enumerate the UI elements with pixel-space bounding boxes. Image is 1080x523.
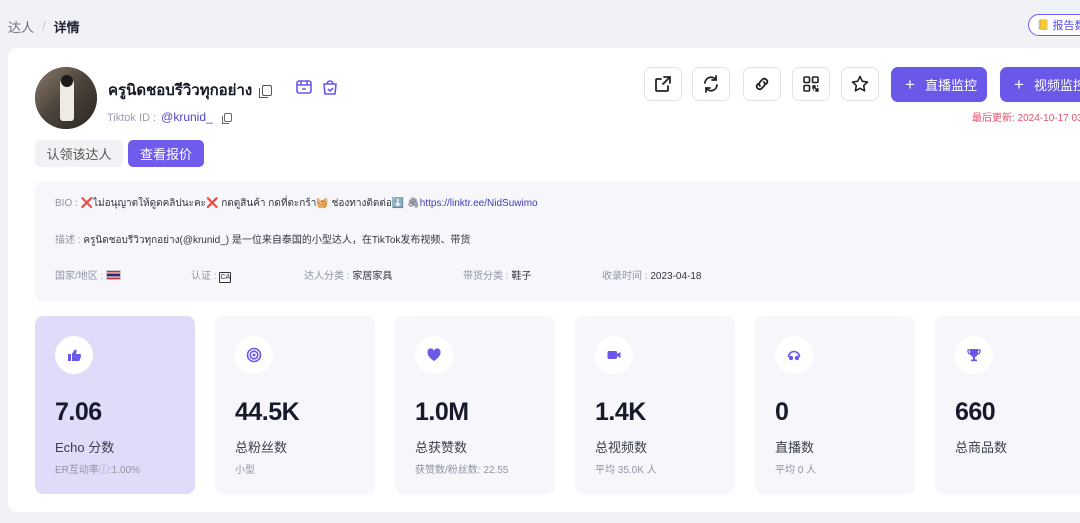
copy-handle-icon[interactable] <box>221 113 232 124</box>
creator-name: ครูนิดชอบรีวิวทุกอย่าง <box>108 82 253 99</box>
creator-category-label: 达人分类 : <box>304 271 353 282</box>
video-monitor-button[interactable]: + 视频监控 <box>1000 67 1080 102</box>
region-field: 国家/地区 : <box>55 267 122 282</box>
certification-field: 认证 : CA <box>191 267 232 283</box>
star-icon <box>851 75 869 92</box>
stat-value: 44.5K <box>235 398 300 426</box>
bio-link[interactable]: https://linktr.ee/NidSuwimo <box>420 198 538 209</box>
refresh-button[interactable] <box>692 67 730 101</box>
stat-value: 1.0M <box>415 398 469 426</box>
video-monitor-label: 视频监控 <box>1033 78 1080 93</box>
creator-name-row: ครูนิดชอบรีวิวทุกอย่าง <box>108 78 273 102</box>
indexed-date-value: 2023-04-18 <box>650 271 702 282</box>
stat-card-likes[interactable]: 1.0M 总获赞数 获赞数/粉丝数: 22.55 <box>395 316 555 494</box>
tiktok-handle-link[interactable]: @krunid_ <box>161 110 213 124</box>
live-icon <box>775 336 813 374</box>
target-icon <box>235 336 273 374</box>
breadcrumb-separator: / <box>42 19 46 34</box>
link-button[interactable] <box>743 67 781 101</box>
last-updated: 最后更新: 2024-10-17 03: <box>972 113 1080 124</box>
stat-subtext: 小型 <box>235 465 255 476</box>
breadcrumb: 达人 / 详情 <box>8 17 80 36</box>
stat-label: 总粉丝数 <box>235 440 288 455</box>
qr-code-icon <box>803 76 819 92</box>
region-label: 国家/地区 : <box>55 271 107 282</box>
stat-subtext: 平均 0 人 <box>775 465 817 476</box>
top-bar: 达人 / 详情 📒 报告数 <box>0 0 1080 48</box>
shopping-bag-icon[interactable] <box>321 78 339 96</box>
video-icon <box>595 336 633 374</box>
claim-creator-button[interactable]: 认领该达人 <box>35 140 123 167</box>
link-icon <box>755 77 769 91</box>
info-panel: BIO : ❌ไม่อนุญาตให้ดูดคลิปนะคะ❌ กดดูสินค… <box>35 181 1080 301</box>
qr-code-button[interactable] <box>792 67 830 101</box>
trophy-icon <box>955 336 993 374</box>
certification-icon: CA <box>219 272 232 283</box>
report-icon: 📒 <box>1037 19 1050 31</box>
live-monitor-button[interactable]: + 直播监控 <box>891 67 987 102</box>
bio-text: ❌ไม่อนุญาตให้ดูดคลิปนะคะ❌ กดดูสินค้า กดท… <box>80 198 420 209</box>
plus-icon: + <box>905 74 915 94</box>
stat-value: 1.4K <box>595 398 646 426</box>
certification-label: 认证 : <box>191 271 220 282</box>
stat-label: Echo 分数 <box>55 440 115 455</box>
stat-subtext: ER互动率ⓘ:1.00% <box>55 465 141 476</box>
description-row: 描述 : ครูนิดชอบรีวิวทุกอย่าง(@krunid_) 是一… <box>55 231 470 248</box>
bio-row: BIO : ❌ไม่อนุญาตให้ดูดคลิปนะคะ❌ กดดูสินค… <box>55 196 538 211</box>
stat-value: 660 <box>955 398 996 426</box>
goods-category-label: 带货分类 : <box>463 271 512 282</box>
avatar <box>35 67 97 129</box>
share-button[interactable] <box>644 67 682 101</box>
stat-value: 7.06 <box>55 398 102 426</box>
stat-label: 总获赞数 <box>415 440 468 455</box>
stat-card-echo-score[interactable]: 7.06 Echo 分数 ER互动率ⓘ:1.00% <box>35 316 195 494</box>
heart-icon <box>415 336 453 374</box>
stat-label: 总视频数 <box>595 440 648 455</box>
report-button[interactable]: 📒 报告数 <box>1028 14 1080 36</box>
share-icon <box>655 76 671 92</box>
breadcrumb-current: 详情 <box>53 20 80 35</box>
copy-name-icon[interactable] <box>259 85 273 98</box>
bio-label: BIO : <box>55 198 81 209</box>
stat-card-followers[interactable]: 44.5K 总粉丝数 小型 <box>215 316 375 494</box>
thailand-flag-icon <box>106 270 122 280</box>
creator-category-field: 达人分类 : 家居家具 <box>304 267 392 282</box>
indexed-date-label: 收录时间 : <box>602 271 651 282</box>
indexed-date-field: 收录时间 : 2023-04-18 <box>602 267 702 282</box>
thumbs-up-icon <box>55 336 93 374</box>
stat-card-videos[interactable]: 1.4K 总视频数 平均 35.0K 人 <box>575 316 735 494</box>
description-text: ครูนิดชอบรีวิวทุกอย่าง(@krunid_) 是一位来自泰国… <box>83 235 471 246</box>
stat-subtext: 平均 35.0K 人 <box>595 465 657 476</box>
goods-category-value: 鞋子 <box>511 271 532 282</box>
stat-card-products[interactable]: 660 总商品数 <box>935 316 1080 494</box>
creator-category-value: 家居家具 <box>352 271 393 282</box>
favorite-button[interactable] <box>841 67 879 101</box>
stat-label: 总商品数 <box>955 440 1008 455</box>
stat-value: 0 <box>775 398 789 426</box>
store-icon[interactable] <box>295 78 313 96</box>
refresh-icon <box>704 75 718 93</box>
description-label: 描述 : <box>55 235 84 246</box>
goods-category-field: 带货分类 : 鞋子 <box>463 267 531 282</box>
plus-icon: + <box>1014 74 1024 94</box>
live-monitor-label: 直播监控 <box>924 78 977 93</box>
view-quote-button[interactable]: 查看报价 <box>128 140 204 167</box>
tiktok-id-row: Tiktok ID : @krunid_ <box>107 110 232 124</box>
stat-subtext: 获赞数/粉丝数: 22.55 <box>415 465 509 476</box>
profile-card: ครูนิดชอบรีวิวทุกอย่าง Tiktok ID : @krun… <box>8 48 1080 512</box>
stat-label: 直播数 <box>775 440 815 455</box>
stat-card-lives[interactable]: 0 直播数 平均 0 人 <box>755 316 915 494</box>
breadcrumb-parent[interactable]: 达人 <box>8 17 34 36</box>
report-button-label: 报告数 <box>1052 20 1080 32</box>
tiktok-id-label: Tiktok ID : <box>107 112 160 124</box>
shop-icons <box>295 78 339 96</box>
